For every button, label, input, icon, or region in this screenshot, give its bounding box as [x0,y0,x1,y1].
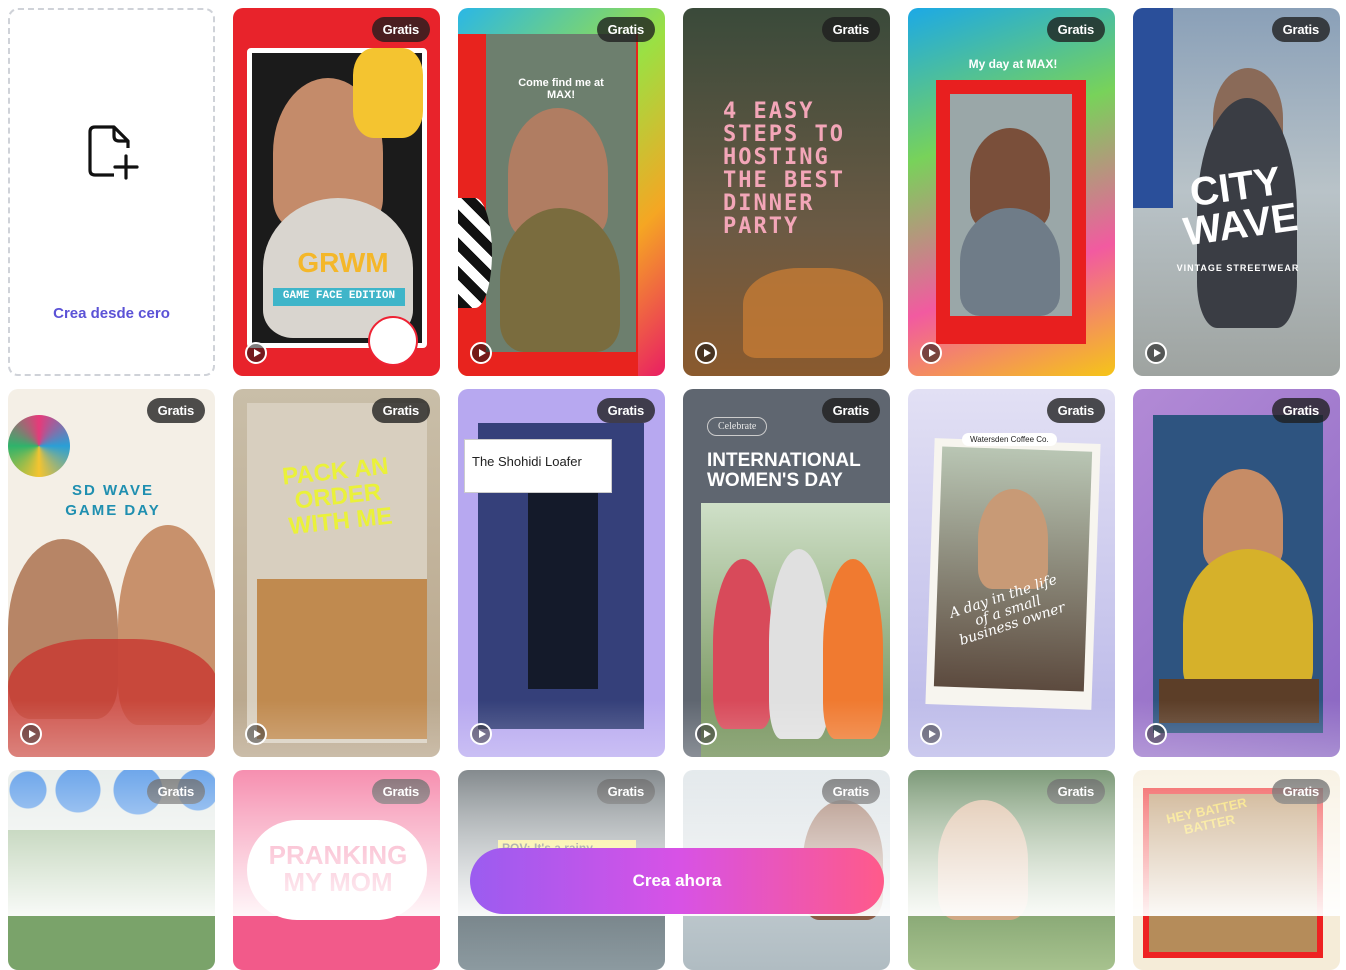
video-icon [920,342,942,364]
create-blank-card[interactable]: Crea desde cero [8,8,215,376]
template-title: GRWM [297,247,389,278]
template-title: My day at MAX! [968,57,1058,71]
template-card-coffee[interactable]: Watersden Coffee Co. A day in the life o… [908,389,1115,757]
free-badge: Gratis [371,779,430,804]
free-badge: Gratis [1271,398,1330,423]
template-title: INTERNATIONAL WOMEN'S DAY [707,450,861,491]
template-title: SD WAVE GAME DAY [65,482,161,519]
free-badge: Gratis [371,398,430,423]
template-title: 4 EASY STEPS TO HOSTING THE BEST DINNER … [723,99,845,240]
free-badge: Gratis [821,779,880,804]
free-badge: Gratis [596,779,655,804]
template-card-plants[interactable]: Gratis [908,770,1115,970]
template-title: PACK AN ORDER WITH ME [280,452,394,541]
video-icon [245,723,267,745]
create-now-button[interactable]: Crea ahora [470,848,884,914]
template-title: The Shohidi Loafer [472,454,582,469]
free-badge: Gratis [146,398,205,423]
template-card-podcast[interactable]: Gratis [1133,389,1340,757]
template-card-grwm[interactable]: GRWM GAME FACE EDITION Gratis [233,8,440,376]
free-badge: Gratis [1046,17,1105,42]
video-icon [1145,342,1167,364]
template-grid: Crea desde cero GRWM GAME FACE EDITION G… [8,8,1340,970]
template-tag: Watersden Coffee Co. [962,433,1057,446]
video-icon [695,342,717,364]
template-card-pack-order[interactable]: PACK AN ORDER WITH ME Gratis [233,389,440,757]
template-card-circles[interactable]: Gratis [8,770,215,970]
template-tag: Celebrate [707,417,768,436]
template-subtitle: GAME FACE EDITION [273,288,405,306]
template-title: CITY WAVE [1180,159,1301,255]
video-icon [245,342,267,364]
free-badge: Gratis [371,17,430,42]
template-card-sd-wave[interactable]: SD WAVE GAME DAY Gratis [8,389,215,757]
template-title: Come find me at MAX! [518,77,604,101]
free-badge: Gratis [1046,779,1105,804]
free-badge: Gratis [821,17,880,42]
video-icon [920,723,942,745]
template-card-pranking[interactable]: PRANKING MY MOM Gratis [233,770,440,970]
free-badge: Gratis [821,398,880,423]
template-title: PRANKING MY MOM [268,840,408,898]
video-icon [470,723,492,745]
template-card-dinner-party[interactable]: 4 EASY STEPS TO HOSTING THE BEST DINNER … [683,8,890,376]
free-badge: Gratis [596,398,655,423]
free-badge: Gratis [596,17,655,42]
video-icon [1145,723,1167,745]
free-badge: Gratis [1271,779,1330,804]
video-icon [695,723,717,745]
free-badge: Gratis [1271,17,1330,42]
template-card-city-wave[interactable]: CITY WAVE VINTAGE STREETWEAR Gratis [1133,8,1340,376]
video-icon [20,723,42,745]
new-file-icon [84,124,140,187]
template-card-my-day[interactable]: My day at MAX! Gratis [908,8,1115,376]
create-blank-label: Crea desde cero [53,305,170,322]
free-badge: Gratis [146,779,205,804]
video-icon [470,342,492,364]
template-card-batter[interactable]: HEY BATTER BATTER Gratis [1133,770,1340,970]
template-card-come-find-me[interactable]: Come find me at MAX! Gratis [458,8,665,376]
free-badge: Gratis [1046,398,1105,423]
template-card-loafer[interactable]: The Shohidi Loafer Gratis [458,389,665,757]
template-card-womens-day[interactable]: Celebrate INTERNATIONAL WOMEN'S DAY Grat… [683,389,890,757]
template-subtitle: VINTAGE STREETWEAR [1176,263,1300,273]
